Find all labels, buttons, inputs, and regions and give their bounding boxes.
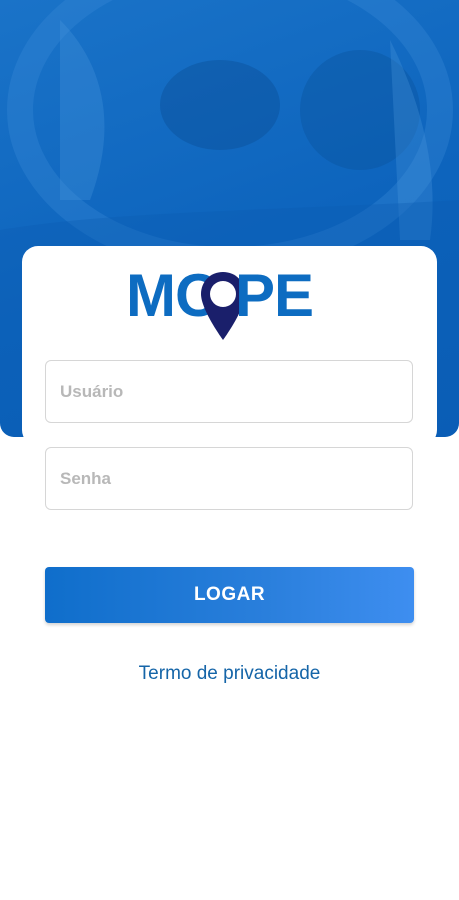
logo-text-right: PE bbox=[235, 262, 314, 329]
username-field[interactable] bbox=[45, 360, 413, 423]
password-input[interactable] bbox=[58, 448, 402, 510]
username-input[interactable] bbox=[58, 361, 402, 423]
login-screen: MO PE LOGAR Termo de privacidade bbox=[0, 0, 459, 900]
password-field[interactable] bbox=[45, 447, 413, 510]
moope-logo: MO PE bbox=[126, 266, 336, 346]
login-button[interactable]: LOGAR bbox=[45, 567, 414, 623]
privacy-terms-link[interactable]: Termo de privacidade bbox=[0, 663, 459, 685]
